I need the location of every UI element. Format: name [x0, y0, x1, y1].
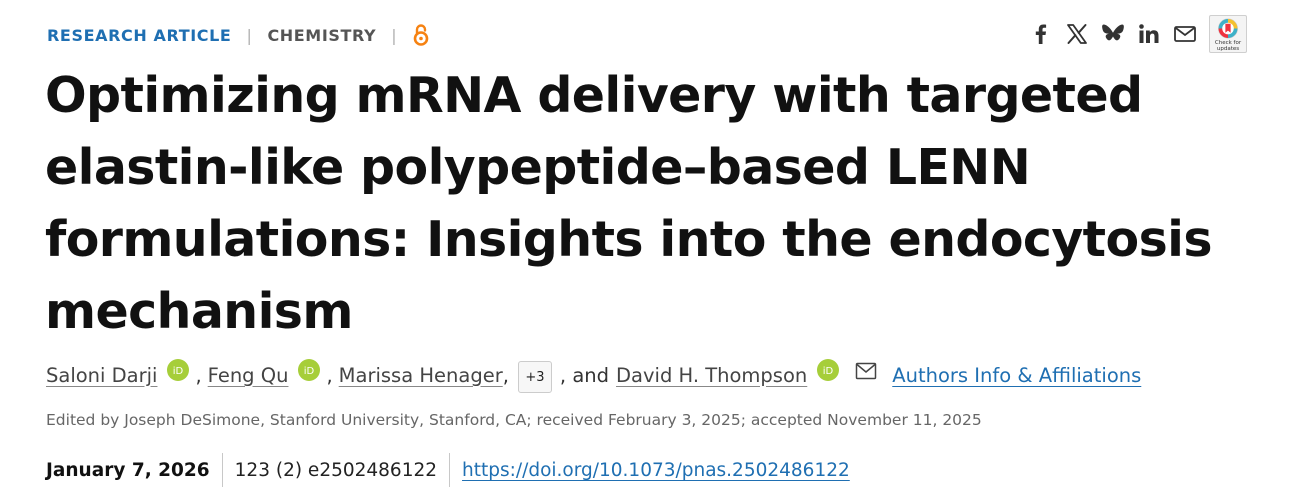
orcid-icon[interactable]: iD: [817, 359, 840, 381]
authors-affiliations-link[interactable]: Authors Info & Affiliations: [892, 364, 1141, 387]
author-name[interactable]: Marissa Henager: [339, 364, 503, 387]
author-name[interactable]: Feng Qu: [208, 364, 289, 387]
author-separator: ,: [502, 363, 509, 387]
orcid-icon[interactable]: iD: [298, 359, 321, 381]
orcid-icon[interactable]: iD: [167, 359, 190, 381]
svg-text:iD: iD: [173, 366, 184, 377]
bluesky-icon[interactable]: [1101, 22, 1125, 46]
svg-text:iD: iD: [304, 366, 315, 377]
author-list: Saloni Darji iD , Feng Qu iD , Marissa H…: [46, 359, 1141, 393]
crossmark-icon: [1218, 18, 1238, 39]
email-icon[interactable]: [1173, 22, 1197, 46]
publication-date: January 7, 2026: [46, 459, 210, 481]
check-updates-line2: updates: [1216, 46, 1240, 52]
article-type-label[interactable]: RESEARCH ARTICLE: [47, 26, 231, 45]
doi-link[interactable]: https://doi.org/10.1073/pnas.2502486122: [450, 460, 850, 481]
check-for-updates-badge[interactable]: Check for updates: [1209, 15, 1247, 53]
x-icon[interactable]: [1065, 22, 1089, 46]
show-more-authors-button[interactable]: +3: [517, 361, 552, 393]
editorial-history: Edited by Joseph DeSimone, Stanford Univ…: [46, 411, 982, 429]
corresponding-author-mail-icon[interactable]: [855, 362, 877, 380]
article-meta-bar: RESEARCH ARTICLE | CHEMISTRY |: [47, 22, 430, 48]
share-toolbar: Check for updates: [1029, 15, 1247, 53]
citation-info: 123 (2) e2502486122: [234, 459, 438, 481]
and-text: , and: [559, 363, 610, 387]
svg-text:iD: iD: [823, 366, 834, 377]
author-name[interactable]: Saloni Darji: [46, 364, 157, 387]
open-access-icon: [412, 23, 430, 47]
linkedin-icon[interactable]: [1137, 22, 1161, 46]
subject-label[interactable]: CHEMISTRY: [267, 26, 376, 45]
article-title: Optimizing mRNA delivery with targeted e…: [45, 67, 1213, 340]
separator: |: [391, 25, 398, 45]
publication-info: January 7, 2026 123 (2) e2502486122 http…: [46, 452, 850, 488]
separator: |: [246, 25, 253, 45]
author-separator: ,: [326, 363, 333, 387]
author-name[interactable]: David H. Thompson: [616, 364, 807, 387]
facebook-icon[interactable]: [1029, 22, 1053, 46]
author-separator: ,: [195, 363, 202, 387]
